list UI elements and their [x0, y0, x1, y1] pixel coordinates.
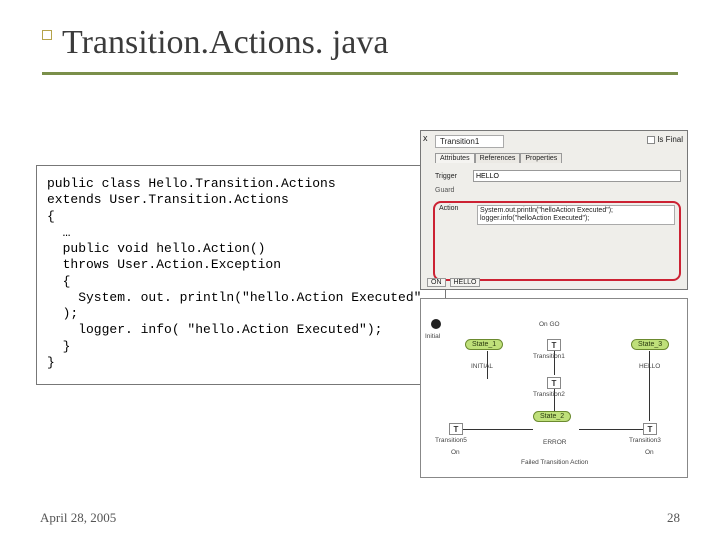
- action-label: Action: [439, 205, 473, 225]
- slide-title: Transition.Actions. java: [62, 24, 388, 62]
- state-1: State_1: [465, 339, 503, 350]
- state-3: State_3: [631, 339, 669, 350]
- action-value[interactable]: System.out.println("helloAction Executed…: [477, 205, 675, 225]
- close-icon[interactable]: x: [423, 133, 428, 143]
- on-label-right: On: [645, 449, 654, 456]
- tab-properties[interactable]: Properties: [520, 153, 562, 163]
- initial-state-dot: [431, 319, 441, 329]
- t-box-2: T: [547, 377, 561, 389]
- initial-label: Initial: [425, 333, 440, 340]
- code-listing: public class Hello.Transition.Actions ex…: [36, 165, 446, 385]
- trigger-label: Trigger: [435, 173, 469, 180]
- btn-on[interactable]: ON: [427, 278, 446, 287]
- error-label: ERROR: [543, 439, 566, 446]
- is-final-label: Is Final: [657, 135, 683, 144]
- state-diagram: Initial On GO State_1 State_3 T Transiti…: [420, 298, 688, 478]
- guard-label: Guard: [435, 187, 454, 194]
- transition-name-field[interactable]: Transition1: [435, 135, 504, 148]
- on-go-label: On GO: [539, 321, 560, 328]
- tab-references[interactable]: References: [475, 153, 521, 163]
- page-number: 28: [667, 510, 680, 526]
- trigger-input[interactable]: [473, 170, 681, 182]
- tab-attributes[interactable]: Attributes: [435, 153, 475, 163]
- state-2: State_2: [533, 411, 571, 422]
- failed-label: Failed Transition Action: [521, 459, 588, 466]
- trans1-label: Transition1: [533, 353, 565, 360]
- btn-hello[interactable]: HELLO: [450, 278, 481, 287]
- trans5-label: Transition5: [435, 437, 467, 444]
- t-box-3: T: [643, 423, 657, 435]
- properties-panel: x Transition1 Is Final Attributes Refere…: [420, 130, 688, 290]
- on-label-left: On: [451, 449, 460, 456]
- initial-arrow-label: INITIAL: [471, 363, 493, 370]
- t-box-1: T: [547, 339, 561, 351]
- action-highlight: Action System.out.println("helloAction E…: [433, 201, 681, 281]
- trans2-label: Transition2: [533, 391, 565, 398]
- panel-tabs: Attributes References Properties: [435, 153, 562, 163]
- is-final-checkbox[interactable]: Is Final: [647, 135, 683, 144]
- t-box-5: T: [449, 423, 463, 435]
- slide-date: April 28, 2005: [40, 510, 116, 526]
- trans3-label: Transition3: [629, 437, 661, 444]
- title-decoration: [42, 30, 52, 40]
